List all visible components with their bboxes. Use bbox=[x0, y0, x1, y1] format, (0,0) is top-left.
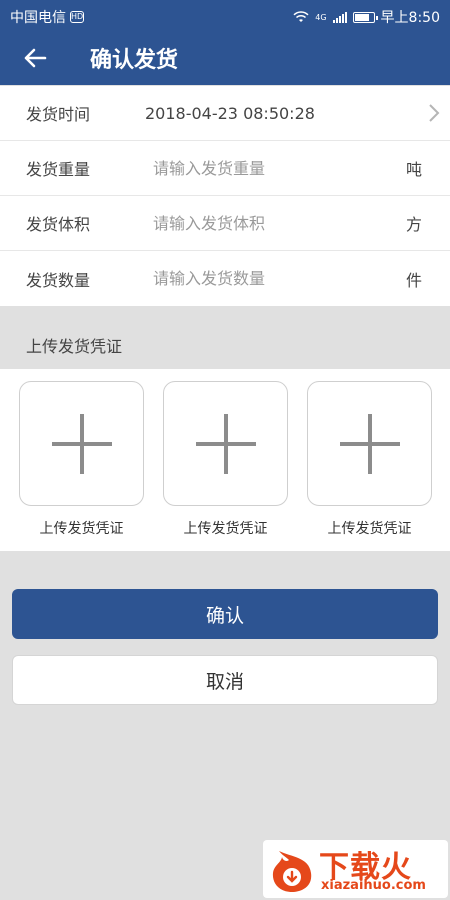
status-bar: 中国电信 HD 4G 早上8:50 bbox=[0, 0, 450, 30]
battery-icon bbox=[352, 11, 378, 23]
quantity-input[interactable] bbox=[153, 269, 383, 288]
hd-badge-icon: HD bbox=[70, 11, 84, 23]
upload-slot-caption: 上传发货凭证 bbox=[327, 521, 412, 537]
wifi-icon bbox=[293, 11, 309, 22]
signal-icon bbox=[332, 11, 347, 23]
plus-icon bbox=[339, 413, 400, 474]
volume-row: 发货体积 方 bbox=[0, 196, 450, 251]
upload-add-button[interactable] bbox=[19, 381, 144, 506]
watermark-domain: xiazaihuo.com bbox=[321, 878, 426, 893]
ship-time-value: 2018-04-23 08:50:28 bbox=[145, 103, 315, 123]
weight-row: 发货重量 吨 bbox=[0, 141, 450, 196]
upload-add-button[interactable] bbox=[163, 381, 288, 506]
status-carrier: 中国电信 HD bbox=[10, 7, 84, 27]
page-title: 确认发货 bbox=[90, 47, 179, 73]
nav-header: 确认发货 bbox=[0, 30, 450, 85]
ship-time-label: 发货时间 bbox=[26, 105, 91, 124]
weight-input[interactable] bbox=[153, 158, 383, 178]
status-right: 4G 早上8:50 bbox=[293, 7, 440, 27]
upload-slot-caption: 上传发货凭证 bbox=[183, 521, 268, 537]
volume-unit: 方 bbox=[405, 215, 422, 234]
chevron-right-icon bbox=[429, 104, 440, 122]
flame-logo-icon bbox=[272, 851, 312, 892]
app-header-bar: 中国电信 HD 4G 早上8:50 确认发货 bbox=[0, 0, 450, 85]
upload-slot-caption: 上传发货凭证 bbox=[39, 521, 124, 537]
network-type: 4G bbox=[315, 12, 327, 22]
cancel-button[interactable]: 取消 bbox=[12, 655, 438, 705]
upload-panel: 上传发货凭证 上传发货凭证 上传发货凭证 bbox=[0, 369, 450, 551]
back-button[interactable] bbox=[0, 30, 70, 85]
ship-time-row[interactable]: 发货时间 2018-04-23 08:50:28 bbox=[0, 86, 450, 141]
upload-section-title: 上传发货凭证 bbox=[26, 337, 123, 356]
status-time: 早上8:50 bbox=[380, 10, 440, 26]
confirm-button[interactable]: 确认 bbox=[12, 589, 438, 639]
upload-slot: 上传发货凭证 bbox=[307, 381, 432, 538]
volume-label: 发货体积 bbox=[26, 215, 91, 234]
weight-unit: 吨 bbox=[405, 160, 422, 179]
quantity-label: 发货数量 bbox=[26, 270, 91, 290]
volume-input[interactable] bbox=[153, 213, 383, 233]
upload-add-button[interactable] bbox=[307, 381, 432, 506]
upload-slot: 上传发货凭证 bbox=[19, 381, 144, 538]
plus-icon bbox=[51, 413, 112, 474]
upload-slot: 上传发货凭证 bbox=[163, 381, 288, 538]
quantity-unit: 件 bbox=[405, 270, 422, 290]
quantity-row: 发货数量 件 bbox=[0, 251, 450, 306]
carrier-name: 中国电信 bbox=[10, 10, 66, 26]
watermark: 下载火 xiazaihuo.com bbox=[263, 840, 448, 898]
plus-icon bbox=[195, 413, 256, 474]
weight-label: 发货重量 bbox=[26, 160, 91, 179]
shipment-form: 发货时间 2018-04-23 08:50:28 发货重量 吨 发货体积 方 发… bbox=[0, 86, 450, 306]
arrow-left-icon bbox=[24, 48, 47, 67]
